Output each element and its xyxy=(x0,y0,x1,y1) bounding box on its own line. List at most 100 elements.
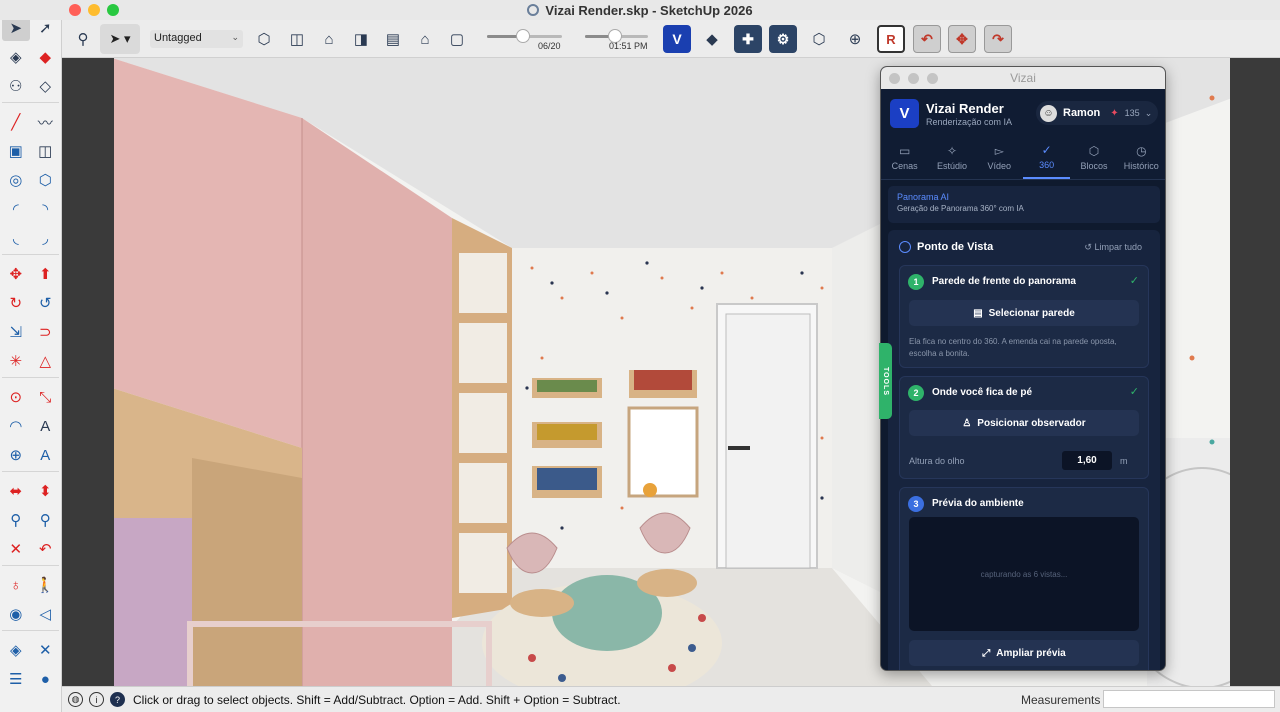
search-icon[interactable]: ⚲ xyxy=(70,27,96,51)
tape-measure-icon[interactable]: ⊙ xyxy=(2,384,30,410)
help-icon[interactable]: ? xyxy=(110,692,125,707)
person-icon: ♙ xyxy=(962,417,972,429)
vizai-titlebar: Vizai xyxy=(881,67,1165,89)
zoom-window-button[interactable] xyxy=(107,4,119,16)
arc-icon[interactable]: ◜ xyxy=(2,196,30,222)
rectangle-icon[interactable]: ▣ xyxy=(2,138,30,164)
arc-2pt-icon[interactable]: ◝ xyxy=(32,196,60,222)
follow-me-icon[interactable]: ↺ xyxy=(32,290,60,316)
select-tool-button[interactable]: ➤ ▾ xyxy=(100,24,140,54)
solid-tools-icon[interactable]: △ xyxy=(32,348,60,374)
eye-height-input[interactable]: 1,60 xyxy=(1062,451,1112,470)
tab-label: Histórico xyxy=(1123,160,1159,171)
tab-estudio[interactable]: ✧ Estúdio xyxy=(928,135,975,179)
push-pull-icon[interactable]: ⬆ xyxy=(32,261,60,287)
tab-cenas[interactable]: ▭ Cenas xyxy=(881,135,928,179)
window-title-text: Vizai Render.skp - SketchUp 2026 xyxy=(545,2,753,18)
paint-bucket-icon[interactable]: ◈ xyxy=(2,44,30,70)
scene-slider-knob[interactable] xyxy=(516,29,530,43)
user-menu[interactable]: ☺ Ramon ✦ 135 ⌄ xyxy=(1036,101,1158,125)
dimension-icon[interactable]: ⤡ xyxy=(32,384,60,410)
eraser-icon[interactable]: ◆ xyxy=(32,44,60,70)
clear-all-label: Limpar tudo xyxy=(1094,242,1142,252)
line-tool-icon[interactable]: ╱ xyxy=(2,109,30,135)
time-slider[interactable] xyxy=(585,29,648,43)
expand-preview-button[interactable]: ⤢ Ampliar prévia xyxy=(909,640,1139,666)
close-window-button[interactable] xyxy=(69,4,81,16)
pie-icon[interactable]: ◞ xyxy=(32,225,60,251)
eraser-ext-icon[interactable]: ◆ xyxy=(699,27,725,51)
layers-icon[interactable]: ☰ xyxy=(2,666,30,692)
vizai-minimize-button[interactable] xyxy=(908,73,919,84)
right-view-icon[interactable]: ◨ xyxy=(349,27,373,51)
render-ext-2-icon[interactable]: ⚙ xyxy=(769,25,797,53)
left-view-icon[interactable]: ⌂ xyxy=(413,27,437,51)
vizai-zoom-button[interactable] xyxy=(927,73,938,84)
undo-ext-icon[interactable]: ↶ xyxy=(913,25,941,53)
top-view-icon[interactable]: ◫ xyxy=(285,27,309,51)
zoom-icon[interactable]: ⚲ xyxy=(2,507,30,533)
section-fill-icon[interactable]: ⬍ xyxy=(32,478,60,504)
tab-historico[interactable]: ◷ Histórico xyxy=(1118,135,1165,179)
panorama-ext-icon[interactable]: ⬡ xyxy=(806,27,832,51)
tab-label: Cenas xyxy=(891,160,918,171)
redo-ext-icon[interactable]: ↷ xyxy=(984,25,1012,53)
iso-view-icon[interactable]: ⬡ xyxy=(252,27,276,51)
eye-height-unit: m xyxy=(1120,456,1128,466)
circle-icon[interactable]: ◎ xyxy=(2,167,30,193)
rotated-rectangle-icon[interactable]: ◫ xyxy=(32,138,60,164)
back-view-icon[interactable]: ▤ xyxy=(381,27,405,51)
walk-icon[interactable]: 🚶 xyxy=(32,572,60,598)
tab-blocos[interactable]: ⬡ Blocos xyxy=(1070,135,1117,179)
vizai-extension-button[interactable]: V xyxy=(663,25,691,53)
tab-360[interactable]: ✓ 360 xyxy=(1022,135,1071,179)
look-around-icon[interactable]: ◉ xyxy=(2,601,30,627)
sandbox-scratch-icon[interactable]: ✕ xyxy=(32,637,60,663)
arc-3pt-icon[interactable]: ◟ xyxy=(2,225,30,251)
geo-location-icon[interactable]: ◍ xyxy=(68,692,83,707)
3d-text-icon[interactable]: A xyxy=(32,442,60,468)
previous-view-icon[interactable]: ↶ xyxy=(32,536,60,562)
tools-side-tab[interactable]: TOOLS xyxy=(879,343,892,419)
flip-icon[interactable]: ✳ xyxy=(2,348,30,374)
outliner-icon[interactable]: ● xyxy=(32,666,60,692)
advanced-camera-icon[interactable]: ◁ xyxy=(32,601,60,627)
front-view-icon[interactable]: ⌂ xyxy=(317,27,341,51)
target-ext-icon[interactable]: ⊕ xyxy=(842,27,868,51)
position-observer-button[interactable]: ♙ Posicionar observador xyxy=(909,410,1139,436)
bottom-view-icon[interactable]: ▢ xyxy=(445,27,469,51)
rotate-icon[interactable]: ↻ xyxy=(2,290,30,316)
vizai-close-button[interactable] xyxy=(889,73,900,84)
polygon-icon[interactable]: ⬡ xyxy=(32,167,60,193)
render-ext-1-icon[interactable]: ✚ xyxy=(734,25,762,53)
tool-palette: ➤ ➚ ◈ ◆ ⚇ ◇ ╱ 〰 ▣ ◫ ◎ ⬡ ◜ ◝ ◟ ◞ ✥ ⬆ ↻ ↺ … xyxy=(0,0,62,712)
minimize-window-button[interactable] xyxy=(88,4,100,16)
move-ext-icon[interactable]: ✥ xyxy=(948,25,976,53)
clear-all-button[interactable]: ↺ Limpar tudo xyxy=(1084,242,1142,253)
position-camera-icon[interactable]: ♁ xyxy=(2,572,30,598)
freehand-icon[interactable]: 〰 xyxy=(32,109,60,135)
axes-icon[interactable]: ⊕ xyxy=(2,442,30,468)
tab-video[interactable]: ▻ Vídeo xyxy=(976,135,1023,179)
scene-slider[interactable] xyxy=(487,29,562,43)
section-plane-icon[interactable]: ⬌ xyxy=(2,478,30,504)
select-wall-button[interactable]: ▤ Selecionar parede xyxy=(909,300,1139,326)
tag-dropdown[interactable]: Untagged ⌄ xyxy=(150,30,243,48)
render-r-icon[interactable]: R xyxy=(877,25,905,53)
move-icon[interactable]: ✥ xyxy=(2,261,30,287)
tag-tool-icon[interactable]: ◇ xyxy=(32,73,60,99)
step-title: Prévia do ambiente xyxy=(932,498,1024,509)
sandbox-contours-icon[interactable]: ◈ xyxy=(2,637,30,663)
text-tool-icon[interactable]: A xyxy=(32,413,60,439)
reset-icon: ↺ xyxy=(1084,242,1095,252)
credits-count: 135 xyxy=(1124,108,1140,118)
info-icon[interactable]: i xyxy=(89,692,104,707)
component-icon[interactable]: ⚇ xyxy=(2,73,30,99)
zoom-extents-icon[interactable]: ✕ xyxy=(2,536,30,562)
step-2-card: 2 Onde você fica de pé ✓ ♙ Posicionar ob… xyxy=(899,376,1149,479)
zoom-window-icon[interactable]: ⚲ xyxy=(32,507,60,533)
measurements-input[interactable] xyxy=(1103,690,1275,708)
scale-icon[interactable]: ⇲ xyxy=(2,319,30,345)
protractor-icon[interactable]: ◠ xyxy=(2,413,30,439)
offset-icon[interactable]: ⊃ xyxy=(32,319,60,345)
